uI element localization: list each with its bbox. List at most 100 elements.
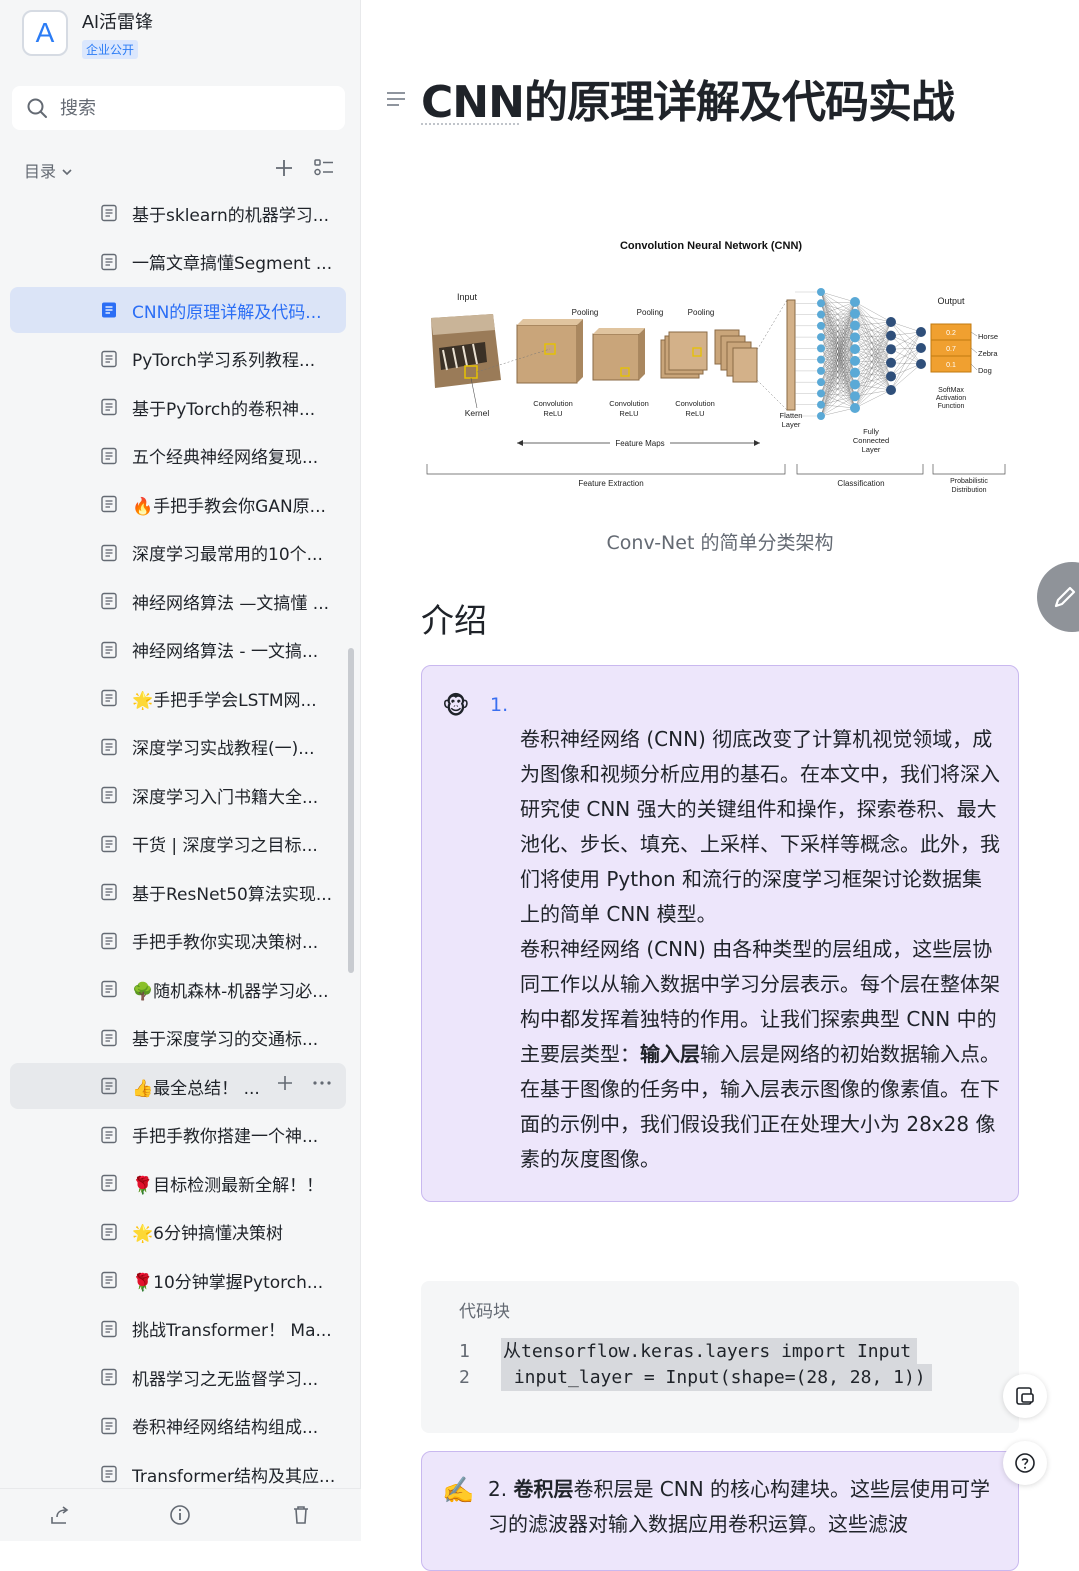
- sidebar-doc-item[interactable]: 卷积神经网络结构组成...: [10, 1403, 346, 1449]
- sidebar-scrollbar[interactable]: [348, 648, 354, 973]
- trash-icon[interactable]: [289, 1503, 313, 1527]
- neuron: [886, 317, 896, 327]
- sidebar-doc-item[interactable]: 神经网络算法 —文搞懂 ...: [10, 578, 346, 624]
- sidebar-doc-item[interactable]: 基于PyTorch的卷积神...: [10, 384, 346, 430]
- relu-label-3: ReLU: [685, 409, 704, 418]
- sidebar-doc-title: 神经网络算法 - 一文搞...: [132, 637, 318, 662]
- search-box[interactable]: [12, 86, 345, 130]
- space-logo[interactable]: A: [22, 10, 68, 56]
- help-button[interactable]: [1003, 1441, 1047, 1485]
- sidebar-doc-title: 手把手教你实现决策树...: [132, 928, 318, 953]
- list-icon: [313, 157, 335, 179]
- callout-body[interactable]: 卷积神经网络 (CNN) 彻底改变了计算机视觉领域，成为图像和视频分析应用的基石…: [520, 722, 1000, 1177]
- sidebar-doc-item[interactable]: 深度学习最常用的10个...: [10, 530, 346, 576]
- sidebar-doc-item[interactable]: 基于深度学习的交通标...: [10, 1015, 346, 1061]
- sidebar-doc-item[interactable]: 深度学习入门书籍大全...: [10, 772, 346, 818]
- space-logo-letter: A: [36, 17, 55, 49]
- page-title[interactable]: CNN的原理详解及代码实战: [421, 66, 954, 130]
- sidebar-doc-item[interactable]: 🌳随机森林-机器学习必...: [10, 966, 346, 1012]
- callout-2-body[interactable]: 2. 卷积层卷积层是 CNN 的核心构建块。这些层使用可学习的滤波器对输入数据应…: [488, 1472, 998, 1542]
- neuron: [850, 368, 860, 378]
- neuron: [916, 359, 926, 369]
- neuron: [850, 379, 860, 389]
- sidebar-doc-item[interactable]: 🌟手把手学会LSTM网...: [10, 675, 346, 721]
- document-icon: [100, 980, 118, 998]
- sidebar-doc-title: 五个经典神经网络复现...: [132, 443, 318, 468]
- conv-label-3: Convolution: [675, 399, 715, 408]
- intro-paragraph-2: 卷积神经网络 (CNN) 由各种类型的层组成，这些层协同工作以从输入数据中学习分…: [520, 932, 1000, 1177]
- code-line[interactable]: 1从tensorflow.keras.layers import Input: [459, 1337, 917, 1363]
- outline-icon[interactable]: [385, 88, 407, 110]
- document-icon: [100, 204, 118, 222]
- sidebar-doc-item[interactable]: 机器学习之无监督学习...: [10, 1354, 346, 1400]
- monkey-emoji-icon[interactable]: 🐵: [442, 692, 470, 720]
- sidebar-doc-item[interactable]: 🌹目标检测最新全解！！: [10, 1160, 346, 1206]
- prob-dog: 0.1: [946, 362, 956, 369]
- sidebar-doc-item[interactable]: 一篇文章搞懂Segment ...: [10, 239, 346, 285]
- search-input[interactable]: [58, 97, 322, 120]
- section-heading-intro[interactable]: 介绍: [421, 594, 487, 642]
- sidebar-doc-item[interactable]: 神经网络算法 - 一文搞...: [10, 627, 346, 673]
- prob-horse: 0.2: [946, 330, 956, 337]
- sidebar-doc-title: 手把手教你搭建一个神...: [132, 1122, 318, 1147]
- space-name[interactable]: AI活雷锋: [82, 8, 153, 34]
- info-icon[interactable]: [168, 1503, 192, 1527]
- writing-hand-emoji-icon[interactable]: ✍️: [442, 1476, 474, 1506]
- sidebar-doc-item[interactable]: 基于ResNet50算法实现...: [10, 869, 346, 915]
- pooling-label-1: Pooling: [572, 308, 599, 317]
- code-text: 从tensorflow.keras.layers import Input: [501, 1338, 917, 1365]
- sidebar-doc-item[interactable]: 挑战Transformer！ Ma...: [10, 1306, 346, 1352]
- pooling-label-3: Pooling: [688, 308, 715, 317]
- document-icon: [100, 398, 118, 416]
- sidebar-doc-item[interactable]: 🌟6分钟搞懂决策树: [10, 1209, 346, 1255]
- conv-label-2: Convolution: [609, 399, 649, 408]
- code-block[interactable]: 代码块 1从tensorflow.keras.layers import Inp…: [421, 1281, 1019, 1433]
- document-icon: [100, 1417, 118, 1435]
- document-icon: [100, 1174, 118, 1192]
- comment-button[interactable]: [1003, 1374, 1047, 1418]
- edit-button[interactable]: [1037, 562, 1079, 632]
- sidebar-doc-title: 🌳随机森林-机器学习必...: [132, 977, 329, 1002]
- neuron: [817, 299, 825, 307]
- code-line[interactable]: 2 input_layer = Input(shape=(28, 28, 1)): [459, 1367, 932, 1388]
- neuron: [817, 401, 825, 409]
- sidebar-doc-title: 🔥手把手教会你GAN原...: [132, 492, 326, 517]
- document-icon: [100, 786, 118, 804]
- share-icon[interactable]: [48, 1503, 72, 1527]
- sidebar-doc-item[interactable]: 手把手教你实现决策树...: [10, 918, 346, 964]
- document-icon: [100, 932, 118, 950]
- sidebar-footer: [0, 1488, 361, 1541]
- sidebar-doc-title: 神经网络算法 —文搞懂 ...: [132, 589, 329, 614]
- more-icon: [312, 1074, 332, 1092]
- sidebar-doc-title: 一篇文章搞懂Segment ...: [132, 249, 332, 274]
- sidebar-doc-item[interactable]: CNN的原理详解及代码...: [10, 287, 346, 333]
- neuron: [817, 389, 825, 397]
- neuron: [850, 297, 860, 307]
- add-doc-button[interactable]: [272, 156, 296, 180]
- conv-layer-bold: 卷积层: [513, 1477, 573, 1501]
- add-child-doc-button[interactable]: [276, 1073, 294, 1097]
- classification-label: Classification: [837, 479, 884, 488]
- callout-block-2[interactable]: ✍️ 2. 卷积层卷积层是 CNN 的核心构建块。这些层使用可学习的滤波器对输入…: [421, 1451, 1019, 1571]
- sidebar-doc-item[interactable]: 五个经典神经网络复现...: [10, 433, 346, 479]
- neuron: [850, 403, 860, 413]
- document-icon: [100, 1126, 118, 1144]
- sidebar-doc-item[interactable]: 干货 | 深度学习之目标...: [10, 821, 346, 867]
- help-icon: [1014, 1452, 1036, 1474]
- sidebar-doc-item[interactable]: 🔥手把手教会你GAN原...: [10, 481, 346, 527]
- toc-view-button[interactable]: [312, 156, 336, 180]
- neuron: [886, 371, 896, 381]
- sidebar-doc-item[interactable]: 基于sklearn的机器学习...: [10, 190, 346, 236]
- sidebar-doc-item[interactable]: 🌹10分钟掌握Pytorch...: [10, 1257, 346, 1303]
- callout-block-1[interactable]: 🐵 1. 卷积神经网络 (CNN) 彻底改变了计算机视觉领域，成为图像和视频分析…: [421, 665, 1019, 1202]
- neuron: [817, 356, 825, 364]
- toc-dropdown[interactable]: 目录: [24, 158, 73, 182]
- document-icon: [100, 592, 118, 610]
- fully-connected-network: [795, 288, 926, 420]
- sidebar-doc-item[interactable]: 深度学习实战教程(一)...: [10, 724, 346, 770]
- more-options-button[interactable]: [312, 1073, 332, 1097]
- figure-title: Convolution Neural Network (CNN): [620, 240, 802, 252]
- sidebar-doc-item[interactable]: 👍最全总结！ ...: [10, 1063, 346, 1109]
- sidebar-doc-item[interactable]: PyTorch学习系列教程...: [10, 336, 346, 382]
- sidebar-doc-item[interactable]: 手把手教你搭建一个神...: [10, 1112, 346, 1158]
